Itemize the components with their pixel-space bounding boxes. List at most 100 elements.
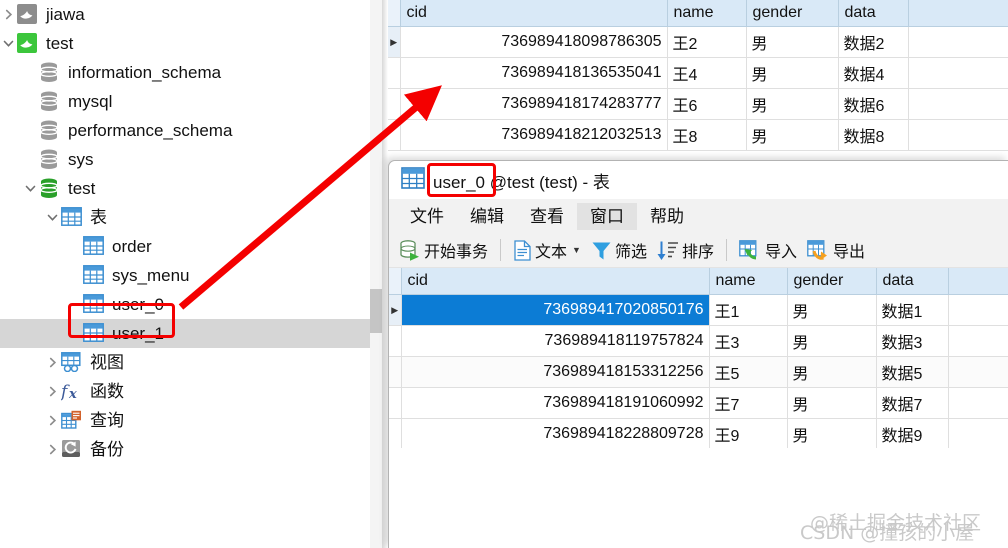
tree-vertical-scrollbar[interactable] xyxy=(370,0,382,548)
chevron-right-icon[interactable] xyxy=(44,414,61,427)
cell-gender[interactable]: 男 xyxy=(746,88,839,120)
cell-cid[interactable]: 736989417020850176 xyxy=(401,294,710,326)
menu-item-编辑[interactable]: 编辑 xyxy=(457,203,517,230)
cell-name[interactable]: 王7 xyxy=(709,387,788,419)
table-row[interactable]: 736989418228809728 王9 男数据9 xyxy=(389,418,1008,448)
menu-item-文件[interactable]: 文件 xyxy=(397,203,457,230)
row-marker[interactable] xyxy=(389,325,402,357)
cell-gender[interactable]: 男 xyxy=(787,294,877,326)
column-header-gender[interactable]: gender xyxy=(746,0,839,27)
column-header-cid[interactable]: cid xyxy=(401,268,710,295)
cell-cid[interactable]: 736989418098786305 xyxy=(400,26,668,58)
cell-name[interactable]: 王6 xyxy=(667,88,747,120)
tree-node-mysql[interactable]: mysql xyxy=(0,87,382,116)
tree-node-表[interactable]: 表 xyxy=(0,203,382,232)
tree-scrollbar-thumb[interactable] xyxy=(370,289,382,333)
cell-gender[interactable]: 男 xyxy=(746,119,839,151)
table-row[interactable]: 736989418212032513 王8 男数据8 xyxy=(388,119,1008,151)
cell-name[interactable]: 王2 xyxy=(667,26,747,58)
toolbar-button-排序[interactable]: 排序 xyxy=(652,236,719,264)
tree-node-查询[interactable]: 查询 xyxy=(0,406,382,435)
chevron-down-icon[interactable]: ▼ xyxy=(572,245,581,255)
tree-node-user_1[interactable]: user_1 xyxy=(0,319,382,348)
table-row[interactable]: 736989418153312256 王5 男数据5 xyxy=(389,356,1008,388)
tree-node-sys_menu[interactable]: sys_menu xyxy=(0,261,382,290)
cell-name[interactable]: 王5 xyxy=(709,356,788,388)
cell-data[interactable]: 数据8 xyxy=(838,119,909,151)
toolbar-button-筛选[interactable]: 筛选 xyxy=(586,236,652,264)
toolbar-button-导入[interactable]: 导入 xyxy=(734,236,802,264)
cell-name[interactable]: 王3 xyxy=(709,325,788,357)
cell-data[interactable]: 数据4 xyxy=(838,57,909,89)
tree-node-备份[interactable]: 备份 xyxy=(0,435,382,464)
cell-cid[interactable]: 736989418174283777 xyxy=(400,88,668,120)
table-row[interactable]: 736989418191060992 王7 男数据7 xyxy=(389,387,1008,419)
cell-gender[interactable]: 男 xyxy=(746,26,839,58)
tree-node-information_schema[interactable]: information_schema xyxy=(0,58,382,87)
cell-gender[interactable]: 男 xyxy=(787,325,877,357)
cell-data[interactable]: 数据5 xyxy=(876,356,949,388)
row-marker[interactable] xyxy=(389,356,402,388)
row-marker[interactable] xyxy=(388,88,401,120)
window-titlebar[interactable]: user_0 @test (test) - 表 xyxy=(389,161,1008,199)
row-marker[interactable] xyxy=(389,418,402,448)
table-row[interactable]: ▶ 736989417020850176 王1 男数据1 xyxy=(389,294,1008,326)
column-header-data[interactable]: data xyxy=(838,0,909,27)
cell-name[interactable]: 王1 xyxy=(709,294,788,326)
toolbar-button-导出[interactable]: 导出 xyxy=(802,236,870,264)
cell-name[interactable]: 王9 xyxy=(709,418,788,448)
table-row[interactable]: 736989418119757824 王3 男数据3 xyxy=(389,325,1008,357)
cell-data[interactable]: 数据9 xyxy=(876,418,949,448)
cell-gender[interactable]: 男 xyxy=(787,418,877,448)
tree-node-test[interactable]: test xyxy=(0,29,382,58)
tree-node-sys[interactable]: sys xyxy=(0,145,382,174)
table-row[interactable]: 736989418136535041 王4 男数据4 xyxy=(388,57,1008,89)
cell-data[interactable]: 数据1 xyxy=(876,294,949,326)
chevron-down-icon[interactable] xyxy=(22,182,39,195)
chevron-right-icon[interactable] xyxy=(44,385,61,398)
cell-cid[interactable]: 736989418153312256 xyxy=(401,356,710,388)
cell-cid[interactable]: 736989418212032513 xyxy=(400,119,668,151)
tree-node-order[interactable]: order xyxy=(0,232,382,261)
cell-gender[interactable]: 男 xyxy=(787,387,877,419)
table-row[interactable]: 736989418174283777 王6 男数据6 xyxy=(388,88,1008,120)
chevron-right-icon[interactable] xyxy=(44,443,61,456)
row-marker[interactable]: ▶ xyxy=(389,294,402,326)
cell-data[interactable]: 数据3 xyxy=(876,325,949,357)
cell-data[interactable]: 数据7 xyxy=(876,387,949,419)
table-row[interactable]: ▶ 736989418098786305 王2 男数据2 xyxy=(388,26,1008,58)
cell-name[interactable]: 王4 xyxy=(667,57,747,89)
cell-name[interactable]: 王8 xyxy=(667,119,747,151)
column-header-gender[interactable]: gender xyxy=(787,268,877,295)
chevron-right-icon[interactable] xyxy=(0,8,17,21)
menu-item-帮助[interactable]: 帮助 xyxy=(637,203,697,230)
column-header-name[interactable]: name xyxy=(709,268,788,295)
column-header-data[interactable]: data xyxy=(876,268,949,295)
cell-gender[interactable]: 男 xyxy=(746,57,839,89)
row-marker[interactable] xyxy=(389,387,402,419)
menu-item-查看[interactable]: 查看 xyxy=(517,203,577,230)
chevron-down-icon[interactable] xyxy=(0,37,17,50)
tree-node-视图[interactable]: 视图 xyxy=(0,348,382,377)
row-marker[interactable] xyxy=(388,57,401,89)
tree-node-user_0[interactable]: user_0 xyxy=(0,290,382,319)
cell-cid[interactable]: 736989418119757824 xyxy=(401,325,710,357)
column-header-cid[interactable]: cid xyxy=(400,0,668,27)
tree-node-函数[interactable]: f x 函数 xyxy=(0,377,382,406)
toolbar-button-文本[interactable]: 文本 ▼ xyxy=(508,236,586,264)
cell-cid[interactable]: 736989418228809728 xyxy=(401,418,710,448)
cell-cid[interactable]: 736989418191060992 xyxy=(401,387,710,419)
cell-gender[interactable]: 男 xyxy=(787,356,877,388)
menu-item-窗口[interactable]: 窗口 xyxy=(577,202,637,230)
cell-data[interactable]: 数据2 xyxy=(838,26,909,58)
row-marker[interactable]: ▶ xyxy=(388,26,401,58)
column-header-name[interactable]: name xyxy=(667,0,747,27)
chevron-right-icon[interactable] xyxy=(44,356,61,369)
tree-node-jiawa[interactable]: jiawa xyxy=(0,0,382,29)
row-marker[interactable] xyxy=(388,119,401,151)
toolbar-button-开始事务[interactable]: 开始事务 xyxy=(394,236,493,264)
tree-node-performance_schema[interactable]: performance_schema xyxy=(0,116,382,145)
cell-cid[interactable]: 736989418136535041 xyxy=(400,57,668,89)
cell-data[interactable]: 数据6 xyxy=(838,88,909,120)
tree-node-test[interactable]: test xyxy=(0,174,382,203)
